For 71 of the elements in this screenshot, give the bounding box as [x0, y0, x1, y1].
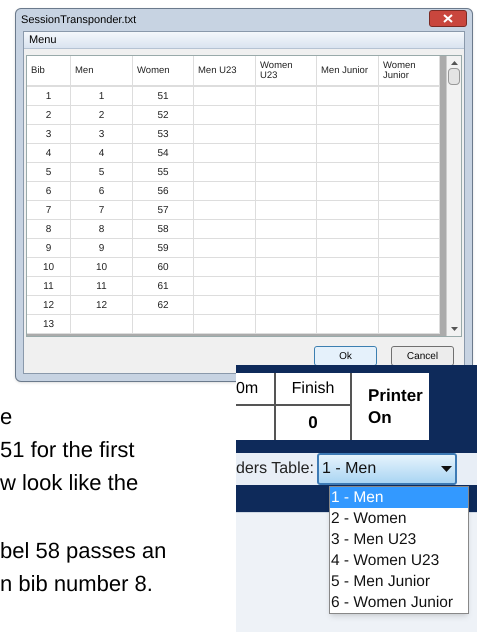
- table-cell: 5: [27, 163, 71, 181]
- table-cell: 11: [71, 277, 133, 295]
- table-cell: 59: [133, 239, 194, 257]
- field-label: ders Table:: [236, 459, 314, 479]
- counter-value: 0: [308, 412, 318, 434]
- table-cell: 55: [133, 163, 194, 181]
- table-cell: 3: [71, 125, 133, 143]
- table-cell: 10: [27, 258, 71, 276]
- table-cell: 7: [27, 201, 71, 219]
- column-header[interactable]: Men Junior: [317, 56, 379, 85]
- table-cell: 57: [133, 201, 194, 219]
- dropdown-option[interactable]: 5 - Men Junior: [330, 571, 468, 592]
- table-cell: 3: [27, 125, 71, 143]
- column-header[interactable]: Women: [133, 56, 194, 85]
- column-header[interactable]: Men: [71, 56, 133, 85]
- table-cell: 9: [71, 239, 133, 257]
- table-cell: 1: [71, 87, 133, 105]
- scroll-down-arrow-icon[interactable]: [450, 327, 458, 332]
- column-header[interactable]: Bib: [27, 56, 71, 85]
- table-cell: 13: [27, 315, 71, 333]
- close-icon: [443, 14, 453, 22]
- scroll-up-arrow-icon[interactable]: [450, 60, 458, 65]
- close-button[interactable]: [429, 10, 467, 26]
- column-header[interactable]: Women U23: [256, 56, 317, 85]
- scroll-thumb[interactable]: [448, 68, 460, 85]
- column-header: 0m: [236, 373, 274, 406]
- text-line: bel 58 passes an: [0, 537, 168, 565]
- column-header[interactable]: Men U23: [194, 56, 256, 85]
- table-cell: 4: [27, 144, 71, 162]
- table-cell: 8: [71, 220, 133, 238]
- table-cell: 7: [71, 201, 133, 219]
- dropdown-option[interactable]: 4 - Women U23: [330, 550, 468, 571]
- dropdown-option[interactable]: 2 - Women: [330, 508, 468, 529]
- table-cell: 58: [133, 220, 194, 238]
- table-cell: 6: [71, 182, 133, 200]
- table-cell: 56: [133, 182, 194, 200]
- table-cell: 12: [27, 296, 71, 314]
- table-cell: 12: [71, 296, 133, 314]
- caret-icon: [440, 466, 452, 472]
- table-cell: 53: [133, 125, 194, 143]
- column-header[interactable]: Women Junior: [379, 56, 440, 85]
- table-cell: 61: [133, 277, 194, 295]
- menu-item[interactable]: Menu: [29, 32, 57, 48]
- table-cell: 54: [133, 144, 194, 162]
- table-cell: 10: [71, 258, 133, 276]
- column-header: Finish: [276, 373, 350, 406]
- dropdown-option[interactable]: 6 - Women Junior: [330, 592, 468, 613]
- table-cell: 60: [133, 258, 194, 276]
- scrollbar[interactable]: [446, 56, 461, 336]
- text-line: w look like the: [0, 469, 140, 497]
- cancel-button[interactable]: Cancel: [391, 346, 454, 366]
- table-cell: 2: [71, 106, 133, 124]
- table-cell: 51: [133, 87, 194, 105]
- text-line: e: [0, 403, 14, 431]
- printer-button[interactable]: Printer On: [352, 373, 429, 440]
- ok-button[interactable]: Ok: [314, 346, 377, 366]
- table-cell: 9: [27, 239, 71, 257]
- table-cell: 6: [27, 182, 71, 200]
- table-cell: 52: [133, 106, 194, 124]
- table-cell: 4: [71, 144, 133, 162]
- window-title: SessionTransponder.txt: [21, 12, 136, 28]
- table-cell: 62: [133, 296, 194, 314]
- text-line: n bib number 8.: [0, 570, 154, 598]
- dropdown-option[interactable]: 3 - Men U23: [330, 529, 468, 550]
- category-dropdown[interactable]: 1 - Men: [316, 453, 457, 485]
- table-cell: 5: [71, 163, 133, 181]
- table-cell: 1: [27, 87, 71, 105]
- table-cell: 11: [27, 277, 71, 295]
- table-cell: 8: [27, 220, 71, 238]
- text-line: 51 for the first: [0, 436, 136, 464]
- table-cell: 2: [27, 106, 71, 124]
